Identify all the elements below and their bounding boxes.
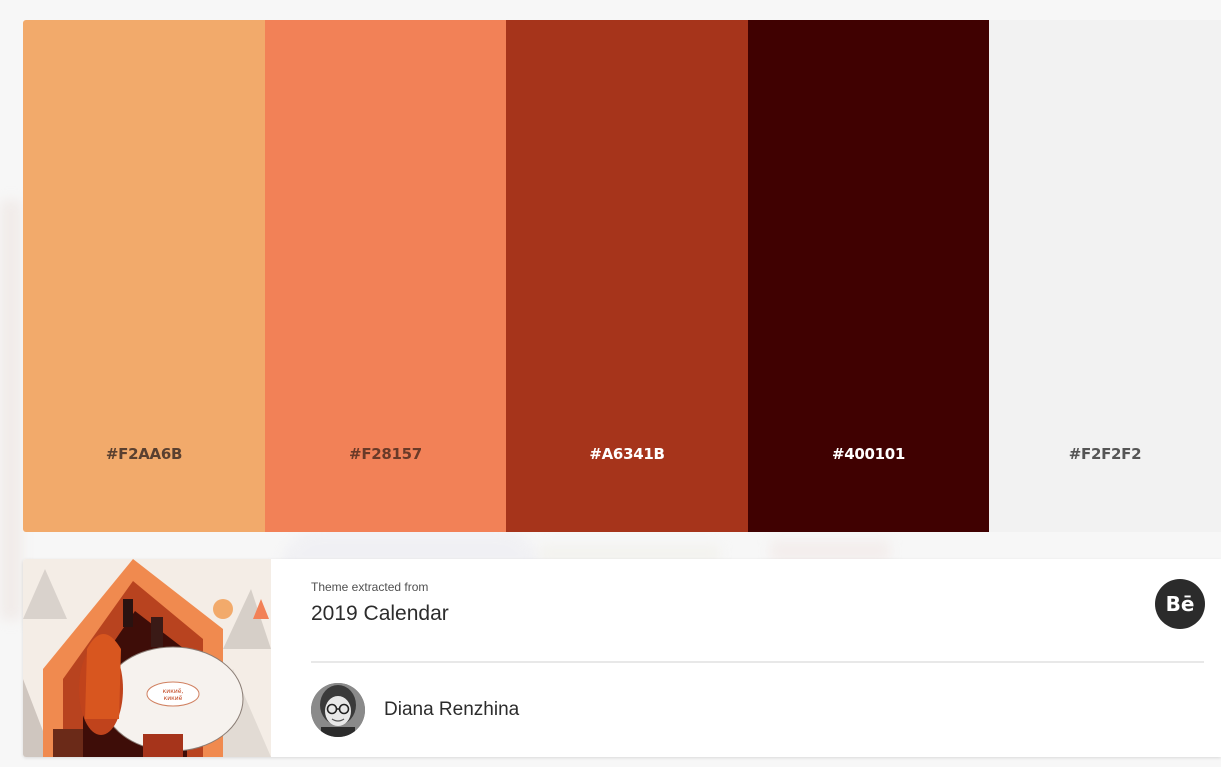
color-swatch-1[interactable]: #F2AA6B — [23, 20, 265, 532]
hex-code-label: #A6341B — [589, 445, 665, 463]
hex-code-label: #F28157 — [349, 445, 422, 463]
svg-text:кикиё,: кикиё, — [163, 688, 184, 695]
illustration-image: кикиё, кикиё — [23, 559, 271, 757]
color-swatch-3[interactable]: #A6341B — [506, 20, 748, 532]
stage: #F2AA6B #F28157 #A6341B #400101 #F2F2F2 — [0, 0, 1221, 767]
color-swatch-2[interactable]: #F28157 — [265, 20, 506, 532]
behance-icon[interactable]: Bē — [1155, 579, 1205, 629]
avatar — [311, 683, 365, 737]
author-name: Diana Renzhina — [384, 699, 520, 720]
behance-glyph: Bē — [1165, 592, 1195, 616]
illustration-thumbnail[interactable]: кикиё, кикиё — [23, 559, 271, 757]
hex-code-label: #F2F2F2 — [1068, 445, 1142, 463]
svg-text:кикиё: кикиё — [164, 695, 183, 702]
color-swatch-4[interactable]: #400101 — [748, 20, 989, 532]
author-link[interactable]: Diana Renzhina — [311, 683, 519, 737]
source-info: Theme extracted from 2019 Calendar Bē Di… — [311, 559, 1221, 757]
color-palette: #F2AA6B #F28157 #A6341B #400101 #F2F2F2 — [23, 20, 1221, 532]
hex-code-label: #400101 — [831, 445, 906, 463]
source-card: кикиё, кикиё Theme extracted from 2019 C… — [23, 559, 1221, 757]
project-title-link[interactable]: 2019 Calendar — [311, 602, 449, 626]
color-swatch-5[interactable]: #F2F2F2 — [989, 20, 1221, 532]
avatar-image — [311, 683, 365, 737]
divider — [311, 661, 1204, 663]
extracted-from-label: Theme extracted from — [311, 580, 429, 594]
background-blur — [0, 200, 22, 620]
hex-code-label: #F2AA6B — [105, 445, 183, 463]
